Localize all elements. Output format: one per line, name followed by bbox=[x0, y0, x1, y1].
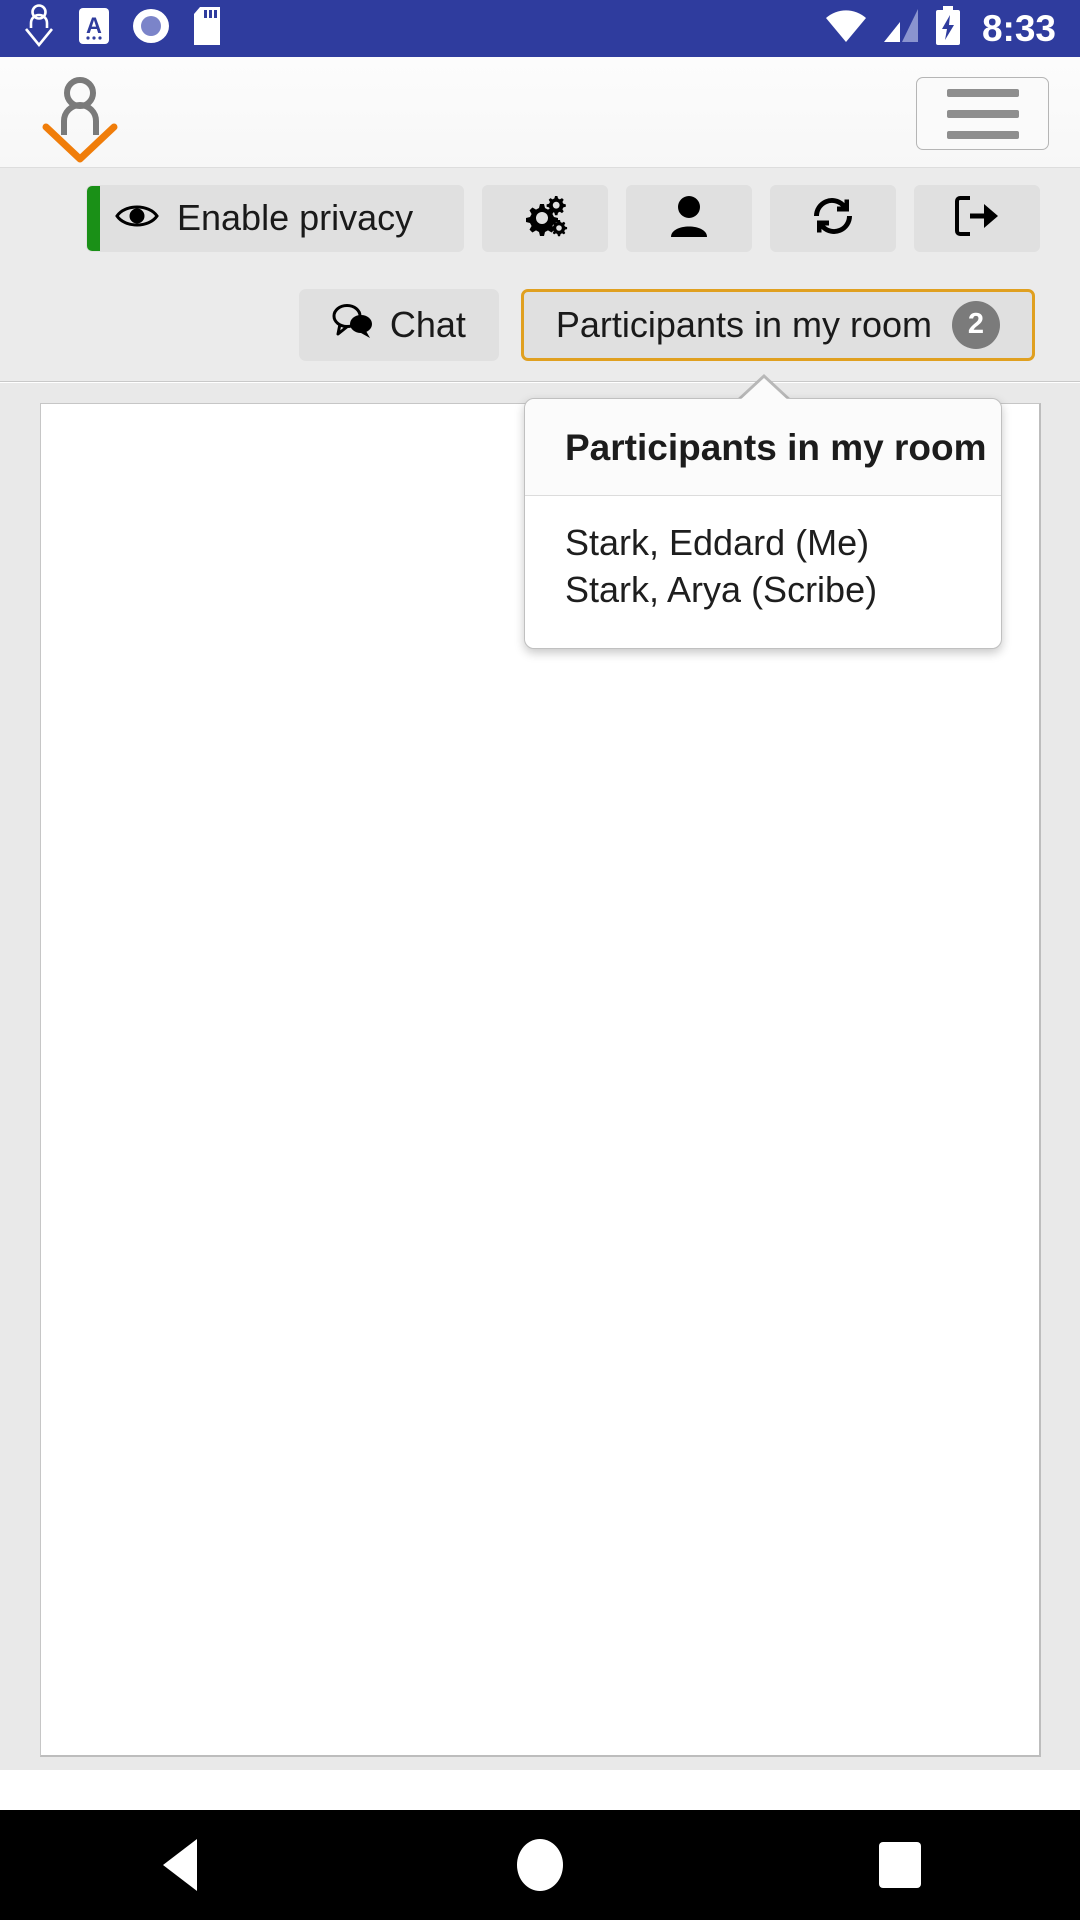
cogs-icon bbox=[522, 194, 568, 243]
tab-chat-label: Chat bbox=[389, 303, 466, 345]
android-nav-bar bbox=[0, 1810, 1080, 1920]
svg-text:A: A bbox=[86, 13, 102, 38]
screenshot-a-icon: A bbox=[78, 7, 110, 50]
battery-charging-icon bbox=[934, 6, 962, 51]
privacy-accent-bar bbox=[87, 185, 100, 251]
popover-title: Participants in my room bbox=[525, 399, 1001, 496]
user-icon bbox=[670, 195, 708, 242]
participants-popover: Participants in my room Stark, Eddard (M… bbox=[524, 398, 1002, 649]
sd-card-icon bbox=[192, 6, 222, 51]
enable-privacy-button[interactable]: Enable privacy bbox=[86, 184, 464, 252]
popover-participant-list: Stark, Eddard (Me) Stark, Arya (Scribe) bbox=[525, 496, 1001, 648]
back-triangle-icon bbox=[163, 1839, 197, 1891]
status-bar-left-icons: A bbox=[0, 4, 222, 53]
cell-signal-icon bbox=[882, 8, 920, 49]
sign-out-icon bbox=[954, 195, 1000, 241]
tab-participants-label: Participants in my room bbox=[555, 303, 932, 345]
enable-privacy-label: Enable privacy bbox=[177, 197, 414, 238]
record-circle-icon bbox=[132, 7, 170, 50]
list-item[interactable]: Stark, Eddard (Me) bbox=[565, 520, 1001, 567]
nav-back-button[interactable] bbox=[90, 1810, 270, 1920]
wifi-icon bbox=[824, 8, 868, 49]
status-bar-clock: 8:33 bbox=[981, 8, 1056, 49]
recents-square-icon bbox=[879, 1842, 921, 1888]
home-circle-icon bbox=[517, 1839, 563, 1891]
android-status-bar: A 8:33 bbox=[0, 0, 1080, 57]
logout-button[interactable] bbox=[914, 184, 1040, 252]
menu-bar-3 bbox=[946, 130, 1019, 139]
app-header bbox=[0, 57, 1080, 168]
menu-bar-1 bbox=[946, 88, 1019, 97]
download-person-icon bbox=[22, 4, 56, 53]
nav-recents-button[interactable] bbox=[810, 1810, 990, 1920]
tab-participants-in-my-room[interactable]: Participants in my room 2 bbox=[520, 288, 1035, 361]
settings-button[interactable] bbox=[482, 184, 608, 252]
nav-home-button[interactable] bbox=[450, 1810, 630, 1920]
screen: A 8:33 Enable privacy Chat Participants … bbox=[0, 0, 1080, 1920]
menu-bar-2 bbox=[946, 109, 1019, 118]
action-toolbar: Enable privacy bbox=[0, 168, 1080, 268]
hamburger-menu-icon[interactable] bbox=[916, 77, 1049, 150]
comments-icon bbox=[332, 302, 374, 347]
participants-count-badge: 2 bbox=[952, 300, 1000, 349]
refresh-button[interactable] bbox=[770, 184, 896, 252]
refresh-icon bbox=[811, 195, 855, 242]
status-bar-right-icons: 8:33 bbox=[824, 6, 1080, 51]
eye-icon bbox=[115, 201, 159, 236]
tab-bar: Chat Participants in my room 2 bbox=[0, 268, 1080, 382]
app-logo[interactable] bbox=[28, 65, 148, 165]
user-button[interactable] bbox=[626, 184, 752, 252]
tab-chat[interactable]: Chat bbox=[298, 288, 499, 361]
popover-arrow bbox=[738, 378, 790, 402]
list-item[interactable]: Stark, Arya (Scribe) bbox=[565, 567, 1001, 614]
